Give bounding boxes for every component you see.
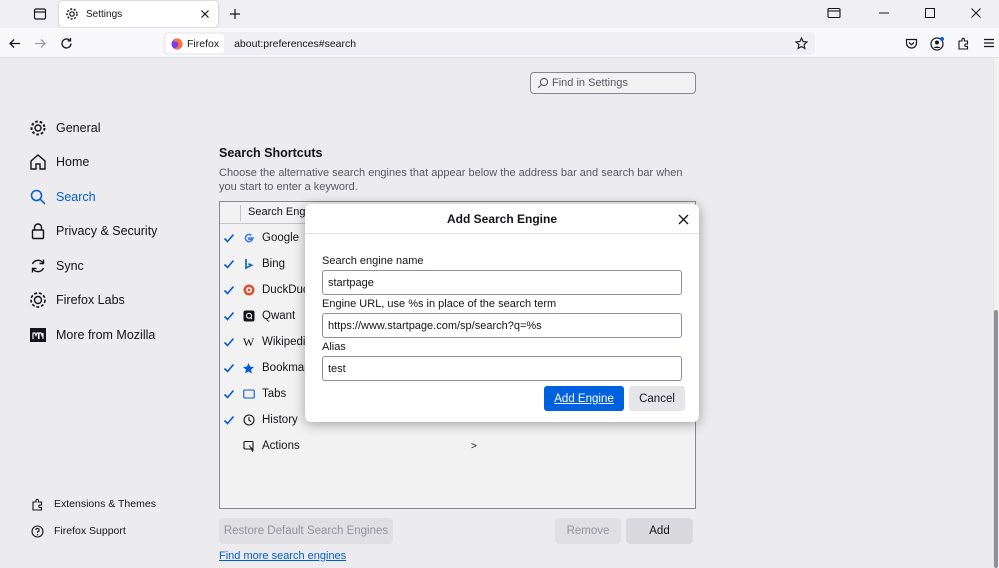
list-all-tabs-button[interactable] xyxy=(811,0,857,26)
tab-settings[interactable]: Settings xyxy=(59,1,218,27)
tab-title: Settings xyxy=(86,8,123,20)
identity-box[interactable]: Firefox xyxy=(166,34,225,53)
firefox-view-icon xyxy=(33,8,47,20)
firefox-view-button[interactable] xyxy=(30,5,50,23)
account-button[interactable] xyxy=(928,34,946,52)
bookmark-star-button[interactable] xyxy=(793,36,809,52)
arrow-right-icon xyxy=(34,38,46,48)
new-tab-button[interactable] xyxy=(226,5,244,23)
plus-icon xyxy=(230,9,240,19)
dialog-close-button[interactable] xyxy=(675,211,691,227)
maximize-icon xyxy=(925,8,935,18)
close-icon xyxy=(678,214,688,224)
add-engine-confirm-button[interactable]: Add Engine xyxy=(544,386,624,411)
close-icon xyxy=(971,8,981,18)
menu-button[interactable] xyxy=(980,34,998,52)
pocket-button[interactable] xyxy=(902,34,920,52)
account-icon xyxy=(929,36,944,51)
reload-button[interactable] xyxy=(57,34,75,52)
alias-input[interactable]: test xyxy=(322,356,682,381)
engine-name-input[interactable]: startpage xyxy=(322,270,682,295)
engine-url-input[interactable]: https://www.startpage.com/sp/search?q=%s xyxy=(322,313,682,338)
scrollbar-thumb[interactable] xyxy=(994,310,998,568)
alias-label: Alias xyxy=(322,341,346,353)
extensions-button[interactable] xyxy=(954,34,972,52)
tab-list-icon xyxy=(827,7,841,19)
close-icon xyxy=(201,10,209,18)
puzzle-icon xyxy=(957,37,968,50)
pocket-icon xyxy=(905,38,917,49)
hamburger-icon xyxy=(984,38,994,48)
title-bar: Settings xyxy=(0,0,999,28)
navigation-bar: Firefox about:preferences#search xyxy=(0,28,999,58)
close-window-button[interactable] xyxy=(953,0,999,26)
dialog-title: Add Search Engine xyxy=(446,211,558,226)
reload-icon xyxy=(60,37,72,49)
engine-name-label: Search engine name xyxy=(322,255,424,267)
minimize-icon xyxy=(879,12,889,14)
firefox-logo-icon xyxy=(171,38,183,50)
gear-icon xyxy=(65,7,79,21)
add-search-engine-dialog: Add Search Engine Search engine name sta… xyxy=(305,204,699,422)
minimize-button[interactable] xyxy=(861,0,907,26)
engine-url-label: Engine URL, use %s in place of the searc… xyxy=(322,298,557,310)
arrow-left-icon xyxy=(8,38,20,48)
star-icon xyxy=(794,37,808,50)
identity-label: Firefox xyxy=(187,37,220,50)
close-tab-button[interactable] xyxy=(198,7,212,21)
back-button[interactable] xyxy=(5,34,23,52)
address-bar[interactable]: Firefox about:preferences#search xyxy=(163,32,815,55)
dialog-header: Add Search Engine xyxy=(305,204,699,234)
cancel-button[interactable]: Cancel xyxy=(629,386,685,411)
maximize-button[interactable] xyxy=(907,0,953,26)
url-text[interactable]: about:preferences#search xyxy=(234,38,793,50)
forward-button[interactable] xyxy=(31,34,49,52)
